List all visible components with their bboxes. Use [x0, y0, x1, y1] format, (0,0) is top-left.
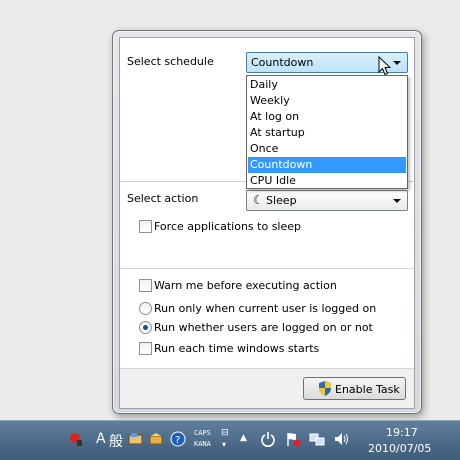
clock-time[interactable]: 19:17	[386, 426, 418, 439]
schedule-option[interactable]: At log on	[248, 109, 406, 125]
run-each-start-checkbox[interactable]	[139, 342, 152, 355]
action-center-flag-icon[interactable]	[285, 431, 301, 447]
ime-options-icon[interactable]: ⊟	[221, 428, 229, 438]
kana-indicator: KANA	[194, 440, 211, 448]
schedule-label: Select schedule	[127, 55, 214, 68]
run-each-start-label: Run each time windows starts	[154, 342, 320, 355]
power-icon[interactable]	[260, 431, 276, 447]
schedule-option[interactable]: Weekly	[248, 93, 406, 109]
enable-task-label: Enable Task	[335, 383, 400, 396]
ime-mode-a[interactable]: A	[96, 431, 106, 447]
scheduler-popup: Select schedule Countdown Select action …	[112, 30, 422, 414]
network-icon[interactable]	[309, 431, 325, 447]
mouse-cursor-icon	[378, 56, 392, 76]
schedule-option[interactable]: Daily	[248, 77, 406, 93]
warn-label: Warn me before executing action	[154, 279, 337, 292]
chevron-down-icon	[393, 61, 401, 65]
schedule-option[interactable]: CPU Idle	[248, 173, 406, 189]
schedule-options-list[interactable]: Daily Weekly At log on At startup Once C…	[246, 75, 408, 189]
force-apps-label: Force applications to sleep	[154, 220, 302, 233]
ime-tools-icon[interactable]	[148, 431, 164, 447]
force-apps-checkbox[interactable]	[139, 220, 152, 233]
schedule-option[interactable]: At startup	[248, 125, 406, 141]
moon-icon: ☾	[253, 193, 264, 207]
ime-mode-kanji[interactable]: 般	[109, 431, 123, 451]
ime-menu-chevron-icon[interactable]: ▾	[222, 440, 226, 449]
taskbar: A 般 ? CAPS KANA ⊟ ▾ ▲ 19:17 2010/07/05	[0, 420, 460, 460]
chevron-down-icon	[393, 199, 401, 203]
clock-date[interactable]: 2010/07/05	[368, 442, 431, 455]
action-selected-value: Sleep	[266, 194, 297, 207]
action-label: Select action	[127, 192, 199, 205]
run-current-user-radio[interactable]	[139, 302, 152, 315]
volume-icon[interactable]	[333, 431, 349, 447]
action-dropdown[interactable]: ☾ Sleep	[246, 190, 408, 211]
run-whether-radio[interactable]	[139, 321, 152, 334]
enable-task-button[interactable]: Enable Task	[303, 377, 406, 400]
help-icon[interactable]: ?	[170, 431, 186, 447]
schedule-option[interactable]: Once	[248, 141, 406, 157]
caps-indicator: CAPS	[194, 429, 211, 437]
show-hidden-icons-chevron-icon[interactable]: ▲	[240, 433, 247, 443]
svg-text:?: ?	[175, 435, 180, 446]
schedule-option-selected[interactable]: Countdown	[248, 157, 406, 173]
run-current-user-label: Run only when current user is logged on	[154, 302, 377, 315]
uac-shield-icon	[319, 381, 331, 396]
ime-status-icon[interactable]	[68, 431, 84, 447]
divider	[120, 268, 414, 269]
ime-dictionary-icon[interactable]	[128, 431, 144, 447]
settings-panel: Select schedule Countdown Select action …	[119, 37, 415, 409]
warn-checkbox[interactable]	[139, 279, 152, 292]
run-whether-label: Run whether users are logged on or not	[154, 321, 373, 334]
schedule-selected-value: Countdown	[251, 56, 314, 69]
